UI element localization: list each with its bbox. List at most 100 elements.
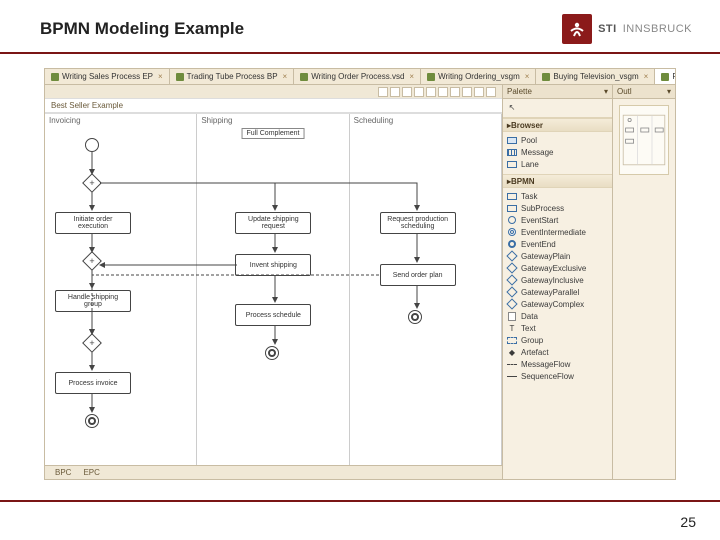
minimize-icon[interactable]: ▾ bbox=[667, 87, 671, 96]
message-icon bbox=[507, 149, 517, 156]
pool: Invoicing + Initiate order execution + H… bbox=[45, 113, 502, 465]
message-flow-icon bbox=[507, 364, 517, 365]
palette-item-pool[interactable]: Pool bbox=[507, 134, 610, 146]
palette-item-gatewaycomplex[interactable]: GatewayComplex bbox=[507, 298, 610, 310]
palette-item-artefact[interactable]: ◆Artefact bbox=[507, 346, 610, 358]
tool-btn[interactable] bbox=[450, 87, 460, 97]
lane-scheduling[interactable]: Scheduling Request production scheduling… bbox=[350, 114, 502, 465]
palette-item-group[interactable]: Group bbox=[507, 334, 610, 346]
tab-label: Writing Order Process.vsd bbox=[311, 72, 404, 81]
tab-1[interactable]: Trading Tube Process BP × bbox=[170, 69, 295, 84]
palette-item-eventend[interactable]: EventEnd bbox=[507, 238, 610, 250]
lane-title: Shipping bbox=[201, 116, 232, 125]
close-icon[interactable]: × bbox=[644, 72, 649, 81]
tool-btn[interactable] bbox=[426, 87, 436, 97]
tool-btn[interactable] bbox=[474, 87, 484, 97]
tool-btn[interactable] bbox=[378, 87, 388, 97]
tool-btn[interactable] bbox=[390, 87, 400, 97]
palette-item-message[interactable]: Message bbox=[507, 146, 610, 158]
palette-item-data[interactable]: Data bbox=[507, 310, 610, 322]
tool-btn[interactable] bbox=[462, 87, 472, 97]
tab-label: Trading Tube Process BP bbox=[187, 72, 278, 81]
palette-item-gatewayplain[interactable]: GatewayPlain bbox=[507, 250, 610, 262]
item-label: GatewayComplex bbox=[521, 300, 584, 309]
tool-btn[interactable] bbox=[414, 87, 424, 97]
palette-section-bpmn[interactable]: ▸ BPMN bbox=[503, 174, 612, 188]
item-label: Text bbox=[521, 324, 536, 333]
palette-item-subprocess[interactable]: SubProcess bbox=[507, 202, 610, 214]
group-icon bbox=[507, 337, 517, 344]
task-invent-shipping[interactable]: Invent shipping bbox=[235, 254, 311, 276]
item-label: GatewayPlain bbox=[521, 252, 570, 261]
palette-item-eventstart[interactable]: EventStart bbox=[507, 214, 610, 226]
diagram-canvas[interactable]: Best Seller Example Invoicing + Initiate… bbox=[45, 85, 503, 479]
task-handle-ship[interactable]: Handle shipping group bbox=[55, 290, 131, 312]
tab-2[interactable]: Writing Order Process.vsd × bbox=[294, 69, 421, 84]
task-process-schedule[interactable]: Process schedule bbox=[235, 304, 311, 326]
task-initiate[interactable]: Initiate order execution bbox=[55, 212, 131, 234]
outline-title: Outl bbox=[617, 87, 632, 96]
palette-item-messageflow[interactable]: MessageFlow bbox=[507, 358, 610, 370]
end-event[interactable] bbox=[408, 310, 422, 324]
palette-item-lane[interactable]: Lane bbox=[507, 158, 610, 170]
close-icon[interactable]: × bbox=[525, 72, 530, 81]
end-event[interactable] bbox=[85, 414, 99, 428]
text-icon: T bbox=[507, 323, 517, 333]
tool-btn[interactable] bbox=[402, 87, 412, 97]
palette-item-eventintermediate[interactable]: EventIntermediate bbox=[507, 226, 610, 238]
gateway-parallel[interactable]: + bbox=[82, 333, 102, 353]
close-icon[interactable]: × bbox=[409, 72, 414, 81]
editor-tabs: Writing Sales Process EP× Trading Tube P… bbox=[45, 69, 675, 85]
tab-4[interactable]: Buying Television_vsgm × bbox=[536, 69, 655, 84]
chevron-down-icon[interactable]: ▾ bbox=[604, 87, 608, 96]
tab-0[interactable]: Writing Sales Process EP× bbox=[45, 69, 170, 84]
end-event[interactable] bbox=[265, 346, 279, 360]
modeling-app: Writing Sales Process EP× Trading Tube P… bbox=[44, 68, 676, 480]
bottom-tab-bpc[interactable]: BPC bbox=[51, 468, 75, 477]
palette-item-gatewayexclusive[interactable]: GatewayExclusive bbox=[507, 262, 610, 274]
palette-item-gatewayparallel[interactable]: GatewayParallel bbox=[507, 286, 610, 298]
close-icon[interactable]: × bbox=[283, 72, 288, 81]
item-label: EventIntermediate bbox=[521, 228, 586, 237]
palette-item-sequenceflow[interactable]: SequenceFlow bbox=[507, 370, 610, 382]
palette-item-text[interactable]: T Text bbox=[507, 322, 610, 334]
bottom-tab-epc[interactable]: EPC bbox=[79, 468, 103, 477]
canvas-toolbar bbox=[45, 85, 502, 99]
start-event[interactable] bbox=[85, 138, 99, 152]
task-request-production[interactable]: Request production scheduling bbox=[380, 212, 456, 234]
gateway-icon bbox=[506, 262, 517, 273]
palette-section-browser[interactable]: ▸ Browser bbox=[503, 118, 612, 132]
task-send-order[interactable]: Send order plan bbox=[380, 264, 456, 286]
event-end-icon bbox=[508, 240, 516, 248]
gateway-parallel[interactable]: + bbox=[82, 251, 102, 271]
task-icon bbox=[507, 193, 517, 200]
task-process-invoice[interactable]: Process invoice bbox=[55, 372, 131, 394]
tool-btn[interactable] bbox=[438, 87, 448, 97]
lane-invoicing[interactable]: Invoicing + Initiate order execution + H… bbox=[45, 114, 197, 465]
item-label: SequenceFlow bbox=[521, 372, 574, 381]
item-label: EventStart bbox=[521, 216, 558, 225]
item-label: Pool bbox=[521, 136, 537, 145]
logo-icon bbox=[562, 14, 592, 44]
gateway-icon bbox=[506, 298, 517, 309]
section-label: Browser bbox=[511, 121, 543, 130]
task-update-shipping[interactable]: Update shipping request bbox=[235, 212, 311, 234]
gateway-parallel[interactable]: + bbox=[82, 173, 102, 193]
outline-minimap[interactable] bbox=[619, 105, 669, 175]
item-label: SubProcess bbox=[521, 204, 564, 213]
item-label: GatewayInclusive bbox=[521, 276, 584, 285]
gateway-icon bbox=[506, 274, 517, 285]
palette-select-arrow[interactable]: ↖ bbox=[507, 101, 610, 113]
tab-5[interactable]: Paper Sales Company.vsd× bbox=[655, 69, 675, 84]
diagram-icon bbox=[300, 73, 308, 81]
lane-shipping[interactable]: Shipping Full Complement Update shipping… bbox=[197, 114, 349, 465]
tab-3[interactable]: Writing Ordering_vsgm× bbox=[421, 69, 536, 84]
item-label: MessageFlow bbox=[521, 360, 570, 369]
tab-label: Buying Television_vsgm bbox=[553, 72, 638, 81]
palette-item-gatewayinclusive[interactable]: GatewayInclusive bbox=[507, 274, 610, 286]
tool-btn[interactable] bbox=[486, 87, 496, 97]
item-label: EventEnd bbox=[521, 240, 556, 249]
palette-item-task[interactable]: Task bbox=[507, 190, 610, 202]
close-icon[interactable]: × bbox=[158, 72, 163, 81]
lane-title: Scheduling bbox=[354, 116, 394, 125]
